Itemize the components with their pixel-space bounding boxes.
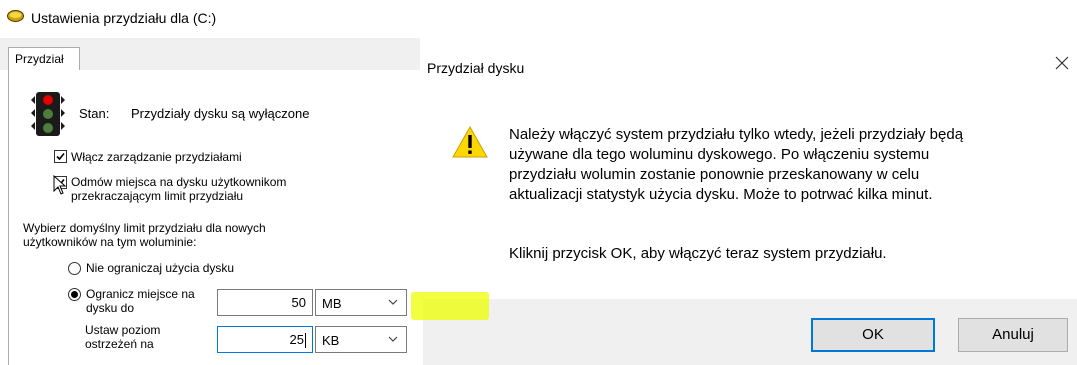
status-value: Przydziały dysku są wyłączone [131,106,310,121]
status-label: Stan: [79,106,110,121]
default-limit-label-line2: użytkowników na tym woluminie: [23,235,197,249]
tab-quota[interactable]: Przydział [8,47,80,71]
warning-icon [452,126,488,158]
drive-icon [7,10,24,22]
dialog-message-line2: używane dla tego woluminu dyskowego. Po … [509,146,930,163]
mouse-cursor-icon [53,175,67,195]
dialog-message: Należy włączyć system przydziału tylko w… [509,125,1029,205]
chevron-down-icon [388,336,398,342]
dialog-message-secondary: Kliknij przycisk OK, aby włączyć teraz s… [509,245,887,262]
no-limit-label: Nie ograniczaj użycia dysku [86,261,235,275]
limit-unit-select[interactable]: MB [315,289,407,316]
limit-unit-value: MB [322,296,342,311]
deny-space-label-line1: Odmów miejsca na dysku użytkownikom [71,175,287,189]
warning-unit-select[interactable]: KB [315,326,407,353]
text-caret [305,333,306,349]
dialog-message-line4: aktualizacji statystyk użycia dysku. Moż… [509,186,933,203]
deny-space-label-line2: przekraczającym limit przydziału [71,189,244,203]
window-titlebar: Ustawienia przydziału dla (C:) [0,0,420,38]
limit-value-input[interactable]: 50 [217,289,313,316]
default-limit-label-line1: Wybierz domyślny limit przydziału dla no… [23,221,266,235]
dialog-message-line1: Należy włączyć system przydziału tylko w… [509,126,964,143]
enable-quota-checkbox[interactable] [54,150,67,163]
warning-unit-value: KB [322,333,340,348]
warning-label-line2: ostrzeżeń na [85,337,154,351]
ok-button[interactable]: OK [811,318,935,352]
close-icon[interactable] [1054,55,1070,71]
no-limit-radio[interactable] [68,262,81,275]
ok-button-label: OK [862,326,884,343]
cancel-button[interactable]: Anuluj [958,318,1068,352]
dialog-message-line3: przydziału wolumin zostanie ponownie prz… [509,166,920,183]
limit-space-label-line2: dysku do [86,301,135,315]
warning-value-input[interactable]: 25 [217,326,313,353]
window-title: Ustawienia przydziału dla (C:) [31,10,217,26]
limit-space-radio[interactable] [68,288,81,301]
warning-label-line1: Ustaw poziom [85,323,161,337]
checkmark-icon [56,152,65,161]
tab-strip: Przydział [0,38,420,71]
quota-panel: Stan: Przydziały dysku są wyłączone Włąc… [8,70,421,365]
dialog-title: Przydział dysku [427,60,525,76]
warning-value-text: 25 [289,332,304,347]
ok-highlight-marker [411,292,489,320]
traffic-light-icon [31,92,65,136]
chevron-down-icon [388,299,398,305]
enable-quota-label: Włącz zarządzanie przydziałami [71,150,242,164]
limit-space-label-line1: Ogranicz miejsce na [86,287,195,301]
dialog-button-bar: OK Anuluj [423,299,1077,365]
quota-confirm-dialog: Przydział dysku Należy włączyć system pr… [423,38,1077,365]
tab-label: Przydział [15,52,64,66]
cancel-button-label: Anuluj [992,326,1034,343]
